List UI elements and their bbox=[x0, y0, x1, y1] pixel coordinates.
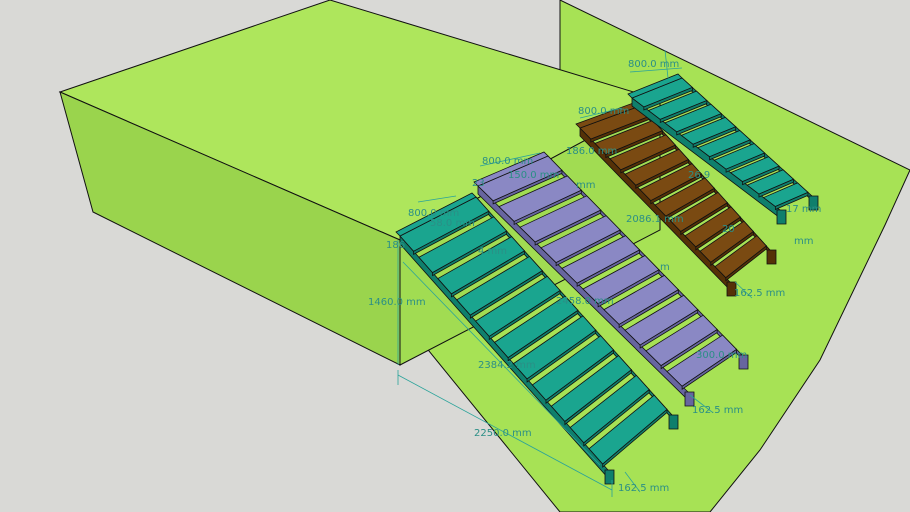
stair-foot-post bbox=[668, 414, 679, 430]
stair-foot-post bbox=[604, 469, 615, 485]
dim-front-foot: 162.5 mm bbox=[618, 483, 669, 494]
dim-front-side: 58.0 mm bbox=[430, 218, 475, 229]
dim-brown-slope: 2086.1 mm bbox=[626, 214, 684, 225]
dim-purple-inner: m bbox=[660, 262, 670, 273]
dim-front-side2: 4 mm bbox=[478, 246, 507, 257]
dim-purple-end: 300.0 mm bbox=[696, 350, 747, 361]
stair-foot-post bbox=[766, 249, 777, 265]
dim-brown-width: 800.0 mm bbox=[578, 106, 629, 117]
dim-back-width: 800.0 mm bbox=[628, 59, 679, 70]
stair-foot-post bbox=[776, 209, 787, 225]
dim-purple-foot: 162.5 mm bbox=[692, 405, 743, 416]
dim-brown-riser: 186.0 mm bbox=[566, 146, 617, 157]
dim-front-height: 1460.0 mm bbox=[368, 297, 426, 308]
stair-foot-post bbox=[684, 391, 695, 407]
dim-back-partial: 17 mm bbox=[786, 204, 821, 215]
dim-front-run: 2250.0 mm bbox=[474, 428, 532, 439]
dim-front-slope: 2384.2 mm bbox=[478, 360, 536, 371]
dim-purple-slope: 2458.0 mm bbox=[556, 296, 614, 307]
dim-brown-foot: 162.5 mm bbox=[734, 288, 785, 299]
dim-purple-partial1: 23 bbox=[472, 178, 485, 189]
3d-model-viewport[interactable]: 800.0 mm 186 58.0 mm 4 mm 1460.0 mm 2384… bbox=[0, 0, 910, 512]
dim-purple-width: 800.0 mm bbox=[482, 156, 533, 167]
dim-back-slope: 26.9 bbox=[688, 170, 710, 181]
dim-front-riser: 186 bbox=[386, 240, 405, 251]
dim-back-foot: mm bbox=[794, 236, 813, 247]
dim-purple-partial2: 150.0 mm bbox=[508, 170, 559, 181]
dim-purple-partial3: mm bbox=[576, 180, 595, 191]
dim-brown-partial: 20 bbox=[722, 224, 735, 235]
